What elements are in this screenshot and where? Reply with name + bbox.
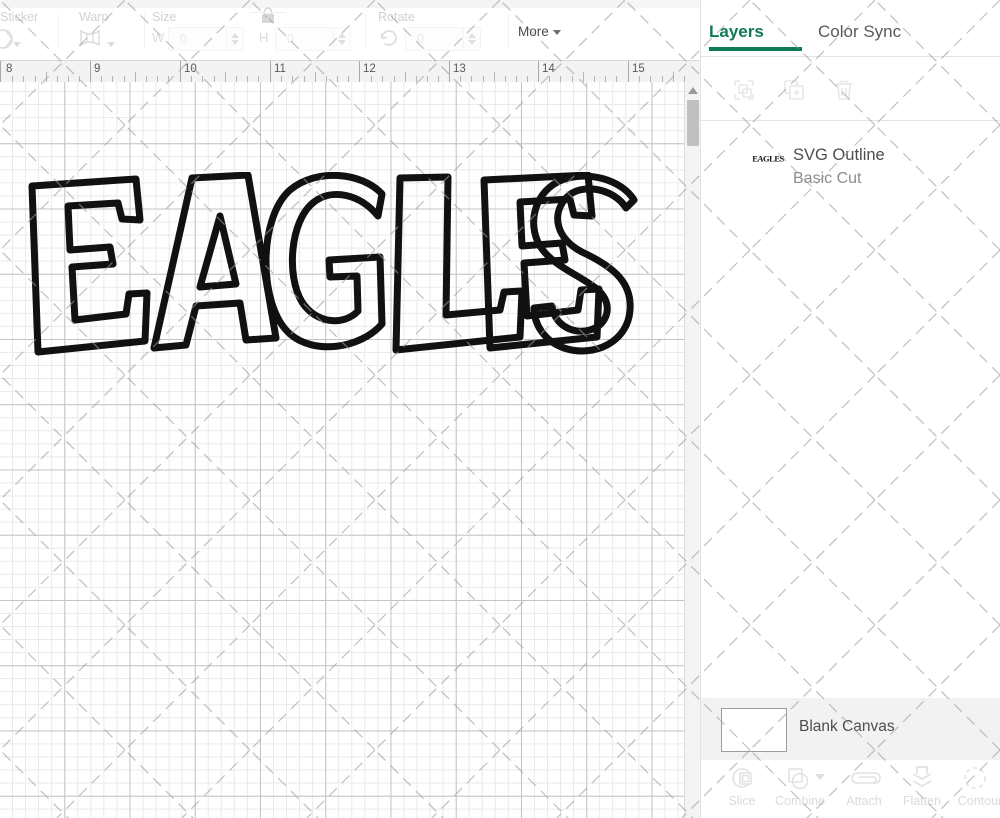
toolbar-divider-4 <box>508 14 509 48</box>
toolbar-divider-2 <box>144 14 145 48</box>
panel-divider-actions <box>701 120 1000 121</box>
duplicate-icon[interactable] <box>774 70 814 110</box>
height-value: 0 <box>287 27 294 51</box>
design-canvas[interactable] <box>0 82 684 818</box>
tab-color-sync[interactable]: Color Sync <box>818 22 901 42</box>
layer-subtitle: Basic Cut <box>793 170 861 188</box>
artwork-eagles-outline[interactable] <box>14 172 654 372</box>
combine-label: Combine <box>771 794 829 808</box>
flatten-label: Flatten <box>893 794 951 808</box>
ruler-label-9: 9 <box>94 63 100 75</box>
layer-action-buttons <box>701 70 1000 118</box>
panel-divider-top <box>701 56 1000 57</box>
more-label: More <box>518 24 549 39</box>
layer-title: SVG Outline <box>793 146 885 165</box>
width-prefix: W <box>152 26 164 50</box>
tab-layers[interactable]: Layers <box>709 22 764 42</box>
lock-connector-line <box>250 12 286 13</box>
bottom-action-bar: Slice Combine <box>701 760 1000 818</box>
layer-list-item[interactable]: EAGLES SVG Outline Basic Cut <box>701 134 1000 194</box>
contour-label: Contour <box>951 794 1000 808</box>
scrollbar-thumb[interactable] <box>687 100 699 146</box>
layer-text-block: SVG Outline Basic Cut <box>701 148 1000 196</box>
combine-button[interactable]: Combine <box>771 760 829 818</box>
attach-button[interactable]: Attach <box>835 760 893 818</box>
sticker-dropdown-caret[interactable] <box>13 36 21 54</box>
scroll-up-arrow-icon[interactable] <box>685 82 701 98</box>
toolbar-group-size: Size W 0 H 0 <box>152 0 352 60</box>
warp-dropdown-caret[interactable] <box>107 36 115 54</box>
right-panel: Layers Color Sync <box>700 0 1000 818</box>
size-label: Size <box>152 10 176 24</box>
canvas-vertical-scrollbar[interactable] <box>684 82 701 818</box>
warp-icon <box>78 27 104 54</box>
horizontal-ruler[interactable]: 8 9 10 11 12 13 14 15 <box>0 60 710 84</box>
flatten-button[interactable]: Flatten <box>893 760 951 818</box>
application-window: Sticker Warp Size <box>0 0 1000 818</box>
slice-icon <box>713 764 771 792</box>
attach-icon <box>835 764 893 792</box>
ruler-label-15: 15 <box>632 63 645 75</box>
blank-canvas-label: Blank Canvas <box>799 718 895 736</box>
toolbar-divider-3 <box>365 14 366 48</box>
ruler-label-11: 11 <box>274 63 286 75</box>
ruler-label-10: 10 <box>184 63 197 75</box>
group-icon[interactable] <box>724 70 764 110</box>
contour-icon <box>951 764 1000 792</box>
rotate-label: Rotate <box>378 10 415 24</box>
width-stepper[interactable] <box>226 27 244 51</box>
combine-dropdown-caret[interactable] <box>815 774 825 780</box>
top-toolbar: Sticker Warp Size <box>0 0 710 60</box>
blank-canvas-thumbnail <box>721 708 787 752</box>
ruler-label-12: 12 <box>363 63 376 75</box>
rotate-icon[interactable] <box>377 26 401 55</box>
rotate-stepper[interactable] <box>463 27 481 51</box>
toolbar-group-rotate: Rotate 0 <box>378 0 508 60</box>
toolbar-divider-1 <box>58 14 59 48</box>
height-stepper[interactable] <box>333 27 351 51</box>
warp-label: Warp <box>79 10 108 24</box>
tab-active-underline <box>709 47 802 51</box>
more-button[interactable]: More <box>518 24 561 39</box>
blank-canvas-row[interactable]: Blank Canvas <box>701 698 1000 760</box>
attach-label: Attach <box>835 794 893 808</box>
ruler-label-13: 13 <box>453 63 466 75</box>
ruler-label-8: 8 <box>6 63 12 75</box>
slice-label: Slice <box>713 794 771 808</box>
slice-button[interactable]: Slice <box>713 760 771 818</box>
toolbar-group-warp[interactable]: Warp <box>75 0 135 60</box>
ruler-label-14: 14 <box>542 63 555 75</box>
flatten-icon <box>893 764 951 792</box>
contour-button[interactable]: Contour <box>951 760 1000 818</box>
width-value: 0 <box>180 27 187 51</box>
delete-icon[interactable] <box>824 70 864 110</box>
sticker-label: Sticker <box>0 10 38 24</box>
height-prefix: H <box>259 26 268 50</box>
rotate-value: 0 <box>417 27 424 51</box>
